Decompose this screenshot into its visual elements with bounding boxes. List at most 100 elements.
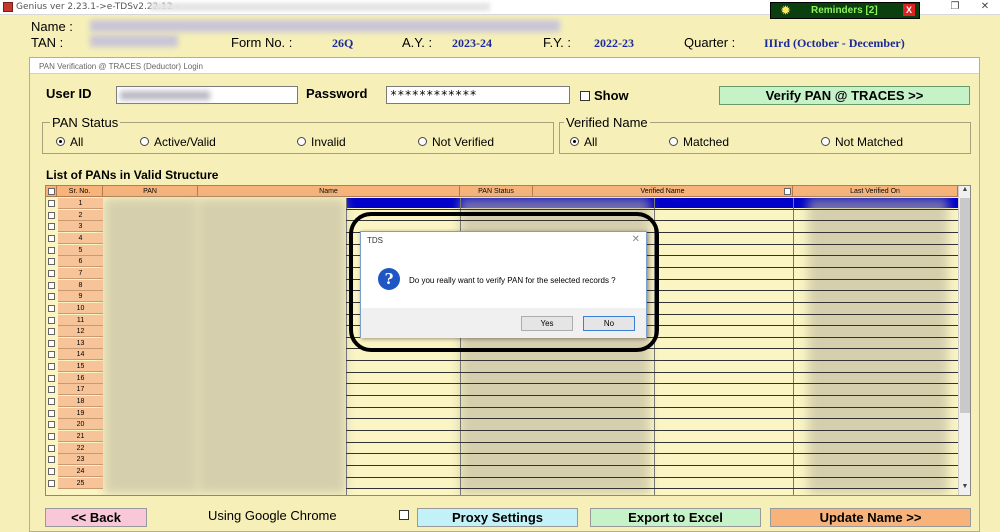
- row-checkbox[interactable]: [48, 328, 55, 336]
- row-checkbox[interactable]: [48, 281, 55, 289]
- proxy-settings-button[interactable]: Proxy Settings: [417, 508, 578, 527]
- row-checkbox[interactable]: [48, 339, 55, 347]
- select-all-cell[interactable]: [46, 186, 57, 197]
- pan-status-title: PAN Status: [50, 115, 121, 130]
- row-sr-no: 13: [58, 337, 103, 349]
- radio-pan-not-verified[interactable]: [418, 137, 427, 146]
- row-sr-no: 2: [58, 209, 103, 221]
- verified-name-checkbox[interactable]: [784, 188, 791, 195]
- radio-vn-not-matched-label: Not Matched: [835, 135, 904, 149]
- fy-label: F.Y. :: [543, 35, 571, 50]
- restore-icon[interactable]: ❐: [945, 1, 965, 13]
- radio-vn-not-matched[interactable]: [821, 137, 830, 146]
- row-checkbox[interactable]: [48, 304, 55, 312]
- radio-vn-matched-label: Matched: [683, 135, 730, 149]
- row-checkbox[interactable]: [48, 456, 55, 464]
- ay-label: A.Y. :: [402, 35, 433, 50]
- scroll-thumb[interactable]: [960, 198, 970, 413]
- col-name[interactable]: Name: [198, 186, 460, 197]
- row-sr-no: 19: [58, 407, 103, 419]
- grid-scrollbar[interactable]: ▲ ▼: [958, 186, 970, 495]
- radio-vn-matched[interactable]: [669, 137, 678, 146]
- user-id-input[interactable]: [116, 86, 298, 104]
- dialog-yes-button[interactable]: Yes: [521, 316, 573, 331]
- row-checkbox[interactable]: [48, 200, 55, 207]
- row-divider: [346, 208, 958, 210]
- radio-pan-active-label: Active/Valid: [154, 135, 216, 149]
- ay-value: 2023-24: [452, 36, 492, 50]
- row-divider: [346, 441, 958, 443]
- radio-pan-all[interactable]: [56, 137, 65, 146]
- row-checkbox[interactable]: [48, 234, 55, 242]
- show-password-checkbox[interactable]: [580, 91, 590, 101]
- browser-checkbox[interactable]: [399, 510, 409, 520]
- reminders-label: Reminders [2]: [811, 5, 878, 16]
- redacted-title: [150, 3, 490, 11]
- row-checkbox[interactable]: [48, 409, 55, 417]
- row-checkbox[interactable]: [48, 433, 55, 440]
- redacted-name-column: [198, 198, 346, 494]
- scroll-up-icon[interactable]: ▲: [959, 186, 970, 197]
- row-divider: [346, 383, 958, 385]
- quarter-label: Quarter :: [684, 35, 736, 50]
- row-checkbox[interactable]: [48, 293, 55, 301]
- quarter-value: IIIrd (October - December): [764, 36, 905, 50]
- row-divider: [346, 476, 958, 478]
- back-button[interactable]: << Back: [45, 508, 147, 527]
- row-sr-no: 3: [58, 221, 103, 233]
- row-checkbox[interactable]: [48, 246, 55, 254]
- row-sr-no: 20: [58, 419, 103, 431]
- password-input[interactable]: ************: [386, 86, 570, 104]
- grid-header: Sr. No. PAN Name PAN Status Verified Nam…: [46, 186, 958, 197]
- dialog-close-icon[interactable]: ✕: [632, 234, 640, 245]
- row-checkbox[interactable]: [48, 421, 55, 429]
- row-sr-no: 6: [58, 256, 103, 268]
- row-checkbox[interactable]: [48, 258, 55, 266]
- dialog-no-button[interactable]: No: [583, 316, 635, 331]
- row-checkbox[interactable]: [48, 398, 55, 406]
- row-checkbox[interactable]: [48, 444, 55, 452]
- reminders-close-icon[interactable]: X: [903, 4, 915, 16]
- row-checkbox[interactable]: [48, 363, 55, 371]
- row-sr-no: 5: [58, 244, 103, 256]
- export-excel-button[interactable]: Export to Excel: [590, 508, 761, 527]
- row-checkbox[interactable]: [48, 386, 55, 394]
- redacted-tan: [90, 35, 178, 47]
- dialog-title: TDS: [367, 236, 383, 245]
- row-checkbox[interactable]: [48, 374, 55, 382]
- col-pan[interactable]: PAN: [103, 186, 198, 197]
- row-checkbox[interactable]: [48, 479, 55, 487]
- row-checkbox[interactable]: [48, 316, 55, 324]
- col-sr-no[interactable]: Sr. No.: [57, 186, 103, 197]
- row-sr-no: 24: [58, 465, 103, 477]
- col-pan-status[interactable]: PAN Status: [460, 186, 533, 197]
- row-checkbox[interactable]: [48, 223, 55, 231]
- close-icon[interactable]: ✕: [975, 1, 995, 13]
- row-sr-no: 15: [58, 361, 103, 373]
- radio-pan-invalid[interactable]: [297, 137, 306, 146]
- form-no-value: 26Q: [332, 36, 354, 50]
- fy-value: 2022-23: [594, 36, 634, 50]
- row-checkbox[interactable]: [48, 467, 55, 475]
- row-sr-no: 21: [58, 431, 103, 442]
- row-sr-no: 25: [58, 477, 103, 489]
- radio-pan-active[interactable]: [140, 137, 149, 146]
- app-icon: [3, 2, 13, 12]
- col-verified-name[interactable]: Verified Name: [533, 186, 793, 197]
- row-checkbox[interactable]: [48, 269, 55, 277]
- select-all-checkbox[interactable]: [48, 188, 55, 195]
- row-checkbox[interactable]: [48, 351, 55, 359]
- update-name-button[interactable]: Update Name >>: [770, 508, 971, 527]
- row-sr-no: 14: [58, 349, 103, 361]
- row-checkbox[interactable]: [48, 211, 55, 219]
- verify-pan-button[interactable]: Verify PAN @ TRACES >>: [719, 86, 970, 105]
- col-last-verified[interactable]: Last Verified On: [793, 186, 958, 197]
- redacted-pan-column: [104, 198, 198, 494]
- list-title: List of PANs in Valid Structure: [46, 168, 219, 182]
- name-label: Name :: [31, 19, 73, 34]
- radio-pan-all-label: All: [70, 135, 84, 149]
- browser-label: Using Google Chrome: [208, 508, 337, 523]
- radio-vn-all[interactable]: [570, 137, 579, 146]
- reminders-button[interactable]: ✹ Reminders [2] X: [770, 2, 920, 19]
- scroll-down-icon[interactable]: ▼: [959, 483, 970, 494]
